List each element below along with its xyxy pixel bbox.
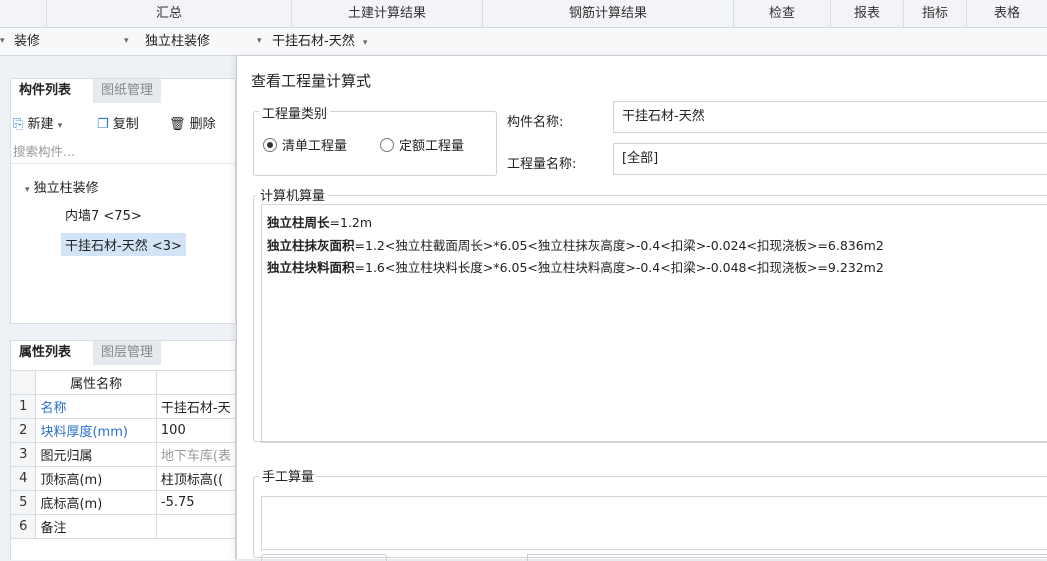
- property-name: 块料厚度(mm): [35, 418, 157, 443]
- table-row[interactable]: 3 图元归属 地下车库(表: [9, 442, 237, 467]
- radio-list-label: 清单工程量: [282, 139, 348, 154]
- dialog-title: 查看工程量计算式: [251, 72, 372, 90]
- tab-component-list[interactable]: 构件列表: [11, 79, 80, 103]
- type-dropdown-label: 独立柱装修: [145, 34, 211, 49]
- chevron-down-icon: ▾: [0, 36, 5, 46]
- category-dropdown[interactable]: 装修 ▾: [14, 28, 132, 55]
- property-value[interactable]: [155, 514, 237, 539]
- copy-icon: ❐: [97, 117, 109, 132]
- formula-expression: =1.2m: [329, 215, 373, 230]
- property-name-header: 属性名称: [35, 370, 157, 395]
- property-value[interactable]: 干挂石材-天: [155, 394, 237, 419]
- formula-line: 独立柱抹灰面积=1.2<独立柱截面周长>*6.05<独立柱抹灰高度>-0.4<扣…: [267, 235, 884, 254]
- chevron-down-icon: ▾: [124, 36, 129, 46]
- row-number: 1: [9, 394, 37, 419]
- row-number: 2: [9, 418, 37, 443]
- property-value-header: [155, 370, 237, 395]
- table-row[interactable]: 2 块料厚度(mm) 100: [9, 418, 237, 443]
- row-number: 6: [9, 514, 37, 539]
- property-value[interactable]: 柱顶标高((: [155, 466, 237, 491]
- manual-calc-textarea[interactable]: [261, 496, 1047, 550]
- component-dropdown-label: 干挂石材-天然: [272, 34, 355, 49]
- new-button-label: 新建: [27, 117, 54, 132]
- component-dropdown[interactable]: 干挂石材-天然 ▾: [272, 28, 392, 55]
- property-name: 顶标高(m): [35, 466, 157, 491]
- copy-button-label: 复制: [112, 117, 139, 132]
- top-tab-blank: [0, 0, 47, 27]
- trash-icon: 🗑: [169, 117, 186, 132]
- property-value[interactable]: -5.75: [155, 490, 237, 515]
- property-name: 图元归属: [35, 442, 157, 467]
- tab-property-list[interactable]: 属性列表: [11, 341, 80, 365]
- row-number: 4: [9, 466, 37, 491]
- formula-expression: =1.2<独立柱截面周长>*6.05<独立柱抹灰高度>-0.4<扣梁>-0.02…: [354, 238, 884, 253]
- radio-quota-quantity[interactable]: 定额工程量: [380, 135, 464, 154]
- tab-layer-management[interactable]: 图层管理: [93, 341, 162, 365]
- property-name: 底标高(m): [35, 490, 157, 515]
- type-dropdown[interactable]: 独立柱装修 ▾: [145, 28, 262, 55]
- new-file-icon: ⎘: [13, 117, 24, 132]
- quantity-name-label: 工程量名称:: [507, 157, 577, 172]
- row-number: 3: [9, 442, 37, 467]
- tab-check[interactable]: 检查: [734, 0, 831, 27]
- formula-line: 独立柱块料面积=1.6<独立柱块料长度>*6.05<独立柱块料高度>-0.4<扣…: [267, 257, 884, 276]
- tree-group-label: 独立柱装修: [33, 181, 99, 196]
- formula-line: 独立柱周长=1.2m: [267, 212, 372, 231]
- table-row[interactable]: 6 备注: [9, 514, 237, 539]
- row-number-header: [9, 370, 37, 395]
- tab-civil-results[interactable]: 土建计算结果: [292, 0, 483, 27]
- table-row[interactable]: 5 底标高(m) -5.75: [9, 490, 237, 515]
- search-input[interactable]: 搜索构件...: [11, 141, 235, 164]
- new-button[interactable]: ⎘ 新建 ▾: [13, 113, 62, 132]
- computer-calc-label: 计算机算量: [257, 185, 329, 204]
- tab-index[interactable]: 指标: [904, 0, 967, 27]
- tree-item-dry-hung-stone[interactable]: 干挂石材-天然 <3>: [61, 233, 186, 256]
- quantity-name-field[interactable]: [全部]: [613, 143, 1047, 175]
- chevron-down-icon: ▾: [257, 36, 262, 46]
- chevron-down-icon: ▾: [25, 185, 30, 195]
- dialog-button[interactable]: [261, 554, 387, 561]
- tab-rebar-results[interactable]: 钢筋计算结果: [483, 0, 734, 27]
- copy-button[interactable]: ❐ 复制: [97, 113, 139, 132]
- formula-name: 独立柱抹灰面积: [267, 238, 355, 253]
- property-name: 名称: [35, 394, 157, 419]
- tree-item-inner-wall[interactable]: 内墙7 <75>: [65, 205, 142, 224]
- row-number: 5: [9, 490, 37, 515]
- radio-quota-label: 定额工程量: [399, 139, 465, 154]
- top-tab-bar: 汇总 土建计算结果 钢筋计算结果 检查 报表 指标 表格: [0, 0, 1047, 28]
- tab-drawing-management[interactable]: 图纸管理: [93, 79, 162, 103]
- property-table: 属性名称 1 名称 干挂石材-天 2 块料厚度(mm) 100 3 图元归属 地…: [9, 370, 237, 539]
- table-row[interactable]: 1 名称 干挂石材-天: [9, 394, 237, 419]
- tab-table[interactable]: 表格: [967, 0, 1047, 27]
- left-panel: 构件列表 图纸管理 ⎘ 新建 ▾ ❐ 复制 🗑 删除 搜索构件... ▾ 独立柱…: [0, 56, 237, 560]
- component-toolbar: ⎘ 新建 ▾ ❐ 复制 🗑 删除: [11, 113, 235, 135]
- delete-button-label: 删除: [189, 117, 216, 132]
- component-list-panel: 构件列表 图纸管理 ⎘ 新建 ▾ ❐ 复制 🗑 删除 搜索构件... ▾ 独立柱…: [10, 78, 236, 324]
- manual-calc-label: 手工算量: [259, 466, 318, 485]
- chevron-down-icon: ▾: [57, 121, 63, 131]
- formula-name: 独立柱周长: [267, 215, 330, 230]
- radio-checked-icon: [263, 138, 277, 152]
- quantity-formula-dialog: 查看工程量计算式 工程量类别 清单工程量 定额工程量 构件名称: 干挂石材-天然…: [236, 56, 1047, 561]
- property-name: 备注: [35, 514, 157, 539]
- dialog-bottom-field[interactable]: [527, 554, 1047, 561]
- component-name-label: 构件名称:: [507, 115, 564, 130]
- tree-group-column-decoration[interactable]: ▾ 独立柱装修: [25, 177, 99, 196]
- category-dropdown-label: 装修: [14, 34, 41, 49]
- delete-button[interactable]: 🗑 删除: [169, 113, 216, 132]
- formula-expression: =1.6<独立柱块料长度>*6.05<独立柱块料高度>-0.4<扣梁>-0.04…: [354, 260, 884, 275]
- quantity-type-label: 工程量类别: [259, 103, 331, 122]
- radio-list-quantity[interactable]: 清单工程量: [263, 135, 347, 154]
- property-value[interactable]: 地下车库(表: [155, 442, 237, 467]
- property-value[interactable]: 100: [155, 418, 237, 443]
- table-header-row: 属性名称: [9, 370, 237, 395]
- radio-unchecked-icon: [380, 138, 394, 152]
- component-name-field[interactable]: 干挂石材-天然: [613, 101, 1047, 133]
- table-row[interactable]: 4 顶标高(m) 柱顶标高((: [9, 466, 237, 491]
- selector-bar: ▾ 装修 ▾ 独立柱装修 ▾ 干挂石材-天然 ▾: [0, 28, 1047, 56]
- tab-report[interactable]: 报表: [831, 0, 904, 27]
- tab-summary[interactable]: 汇总: [47, 0, 292, 27]
- chevron-down-icon: ▾: [362, 38, 368, 48]
- formula-name: 独立柱块料面积: [267, 260, 355, 275]
